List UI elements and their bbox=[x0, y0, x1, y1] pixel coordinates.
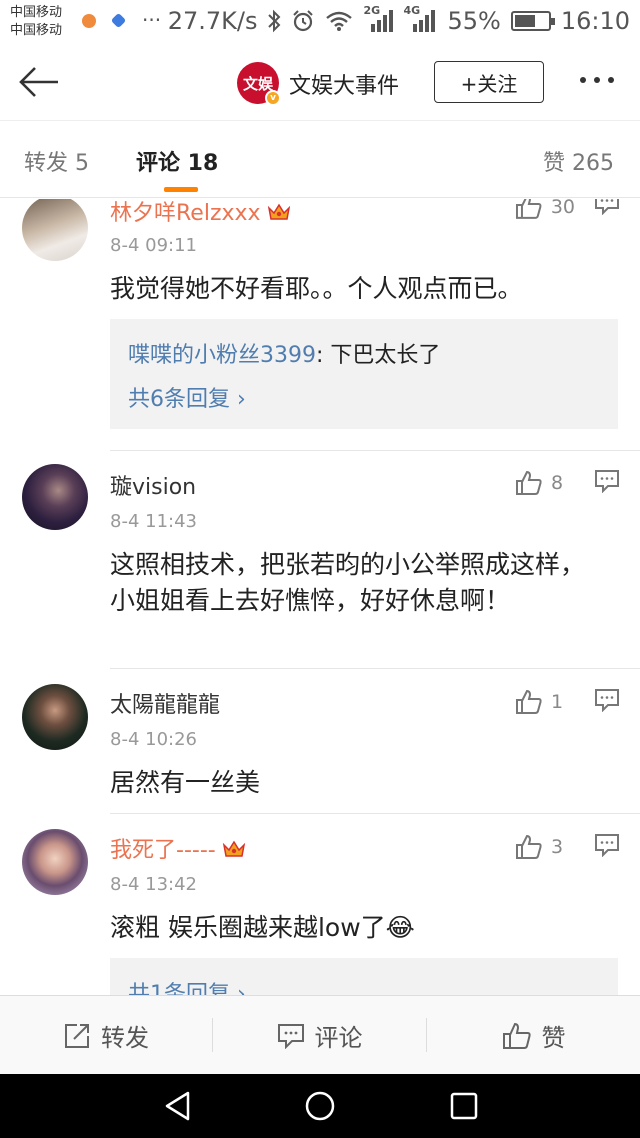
repost-label: 转发 bbox=[101, 1024, 149, 1052]
tab-reposts[interactable]: 转发 5 bbox=[24, 145, 89, 177]
comment-text: 我觉得她不好看耶。。个人观点而已。 bbox=[110, 274, 523, 303]
system-back-icon[interactable] bbox=[162, 1090, 194, 1122]
system-home-icon[interactable] bbox=[304, 1090, 336, 1122]
notification-app-icon bbox=[82, 14, 96, 28]
repost-button[interactable]: 转发 bbox=[0, 996, 212, 1075]
share-icon bbox=[65, 1023, 89, 1048]
thumbs-up-icon bbox=[516, 834, 542, 859]
thumbs-up-icon bbox=[516, 689, 542, 714]
thumbs-up-icon bbox=[502, 1022, 531, 1049]
signal-4g: 4G bbox=[403, 4, 437, 34]
carrier-info: 中国移动 中国移动 bbox=[10, 4, 62, 40]
signal-2g: 2G bbox=[363, 4, 394, 34]
verified-badge-icon: v bbox=[265, 90, 281, 106]
signal-bars-icon bbox=[413, 10, 436, 32]
tab-comments[interactable]: 评论 18 bbox=[136, 145, 218, 177]
user-avatar[interactable] bbox=[22, 829, 88, 895]
nav-bar: 文娱 v 文娱大事件 +关注 bbox=[0, 44, 640, 120]
view-all-replies-link[interactable]: 共6条回复 › bbox=[128, 381, 246, 413]
comment-text: 滚粗 娱乐圈越来越low了😂 bbox=[110, 913, 415, 942]
bluetooth-icon bbox=[268, 9, 281, 33]
comment-item: 林夕咩Relzxxx 30 8-4 09:11 我觉得她不好看耶。。个人观点而已… bbox=[0, 199, 640, 451]
like-count: 3 bbox=[551, 836, 564, 858]
network-speed: 27.7K/s bbox=[167, 7, 258, 35]
reply-preview[interactable]: 共1条回复 › bbox=[110, 958, 618, 995]
battery-icon bbox=[510, 11, 555, 31]
bottom-action-bar: 转发 评论 赞 bbox=[0, 995, 640, 1074]
reply-comment-icon[interactable] bbox=[594, 688, 620, 712]
account-avatar[interactable]: 文娱 v bbox=[237, 62, 281, 106]
comment-username[interactable]: 璇vision bbox=[110, 469, 196, 501]
like-count: 8 bbox=[551, 472, 564, 494]
status-bar: 中国移动 中国移动 ··· 27.7K/s 2G 4G 55% 16:10 bbox=[0, 0, 640, 44]
thumbs-up-icon bbox=[515, 199, 542, 219]
back-arrow-icon[interactable] bbox=[18, 66, 60, 98]
user-avatar[interactable] bbox=[22, 464, 88, 530]
comment-label: 评论 bbox=[314, 1024, 363, 1052]
comment-time: 8-4 10:26 bbox=[110, 729, 197, 750]
reply-comment-icon[interactable] bbox=[594, 833, 620, 857]
comment-item: 我死了----- 3 8-4 13:42 滚粗 娱乐圈越来越low了😂 共1条回… bbox=[0, 814, 640, 995]
notification-shield-icon bbox=[110, 12, 127, 29]
comment-time: 8-4 11:43 bbox=[110, 511, 197, 532]
like-button[interactable]: 3 bbox=[515, 833, 575, 861]
system-recents-icon[interactable] bbox=[448, 1090, 480, 1122]
view-all-replies-link[interactable]: 共1条回复 › bbox=[128, 976, 246, 995]
like-post-button[interactable]: 赞 bbox=[427, 996, 640, 1075]
user-avatar[interactable] bbox=[22, 199, 88, 261]
comment-username[interactable]: 太陽龍龍龍 bbox=[110, 687, 220, 719]
signal-bars-icon bbox=[371, 10, 394, 32]
reply-preview[interactable]: 喋喋的小粉丝3399: 下巴太长了 共6条回复 › bbox=[110, 319, 618, 429]
battery-percent: 55% bbox=[447, 7, 501, 35]
like-button[interactable]: 1 bbox=[515, 688, 575, 716]
reply-text: : 下巴太长了 bbox=[316, 343, 441, 368]
tab-bar: 转发 5 评论 18 赞 265 bbox=[0, 120, 640, 198]
carrier-2: 中国移动 bbox=[10, 23, 63, 38]
like-count: 1 bbox=[551, 691, 564, 713]
carrier-1: 中国移动 bbox=[10, 5, 63, 20]
vip-crown-icon bbox=[267, 203, 290, 220]
clock: 16:10 bbox=[560, 7, 630, 35]
comment-icon bbox=[277, 1023, 304, 1049]
status-icons: 27.7K/s 2G 4G 55% 16:10 bbox=[167, 4, 630, 36]
tab-active-indicator bbox=[164, 187, 198, 192]
like-count: 30 bbox=[550, 199, 575, 218]
comment-item: 璇vision 8 8-4 11:43 这照相技术，把张若昀的小公举照成这样，小… bbox=[0, 451, 640, 669]
reply-line: 喋喋的小粉丝3399: 下巴太长了 bbox=[128, 337, 440, 369]
thumbs-up-icon bbox=[516, 470, 542, 495]
wifi-icon bbox=[326, 11, 353, 31]
comment-text: 居然有一丝美 bbox=[110, 768, 261, 797]
user-avatar[interactable] bbox=[22, 684, 88, 750]
comment-time: 8-4 13:42 bbox=[110, 874, 197, 895]
alarm-icon bbox=[293, 10, 314, 32]
reply-username[interactable]: 喋喋的小粉丝3399 bbox=[128, 343, 316, 368]
comment-text: 这照相技术，把张若昀的小公举照成这样，小姐姐看上去好憔悴，好好休息啊！ bbox=[110, 550, 586, 615]
tab-likes[interactable]: 赞 265 bbox=[543, 145, 614, 177]
more-options-icon[interactable] bbox=[580, 68, 622, 92]
follow-button[interactable]: +关注 bbox=[434, 61, 544, 103]
system-navigation-bar bbox=[0, 1074, 640, 1138]
comment-username[interactable]: 林夕咩Relzxxx bbox=[110, 199, 291, 227]
comment-item: 太陽龍龍龍 1 8-4 10:26 居然有一丝美 bbox=[0, 669, 640, 814]
vip-crown-icon bbox=[222, 840, 245, 857]
like-label: 赞 bbox=[541, 1024, 566, 1052]
reply-comment-icon[interactable] bbox=[594, 469, 620, 493]
comment-list[interactable]: 林夕咩Relzxxx 30 8-4 09:11 我觉得她不好看耶。。个人观点而已… bbox=[0, 199, 640, 995]
more-notifications: ··· bbox=[142, 8, 162, 32]
comment-button[interactable]: 评论 bbox=[213, 996, 426, 1075]
like-button[interactable]: 8 bbox=[515, 469, 575, 497]
page-title[interactable]: 文娱大事件 bbox=[289, 68, 399, 100]
comment-time: 8-4 09:11 bbox=[110, 235, 197, 256]
comment-username[interactable]: 我死了----- bbox=[110, 832, 246, 864]
reply-comment-icon[interactable] bbox=[594, 199, 620, 215]
like-button[interactable]: 30 bbox=[515, 199, 575, 221]
